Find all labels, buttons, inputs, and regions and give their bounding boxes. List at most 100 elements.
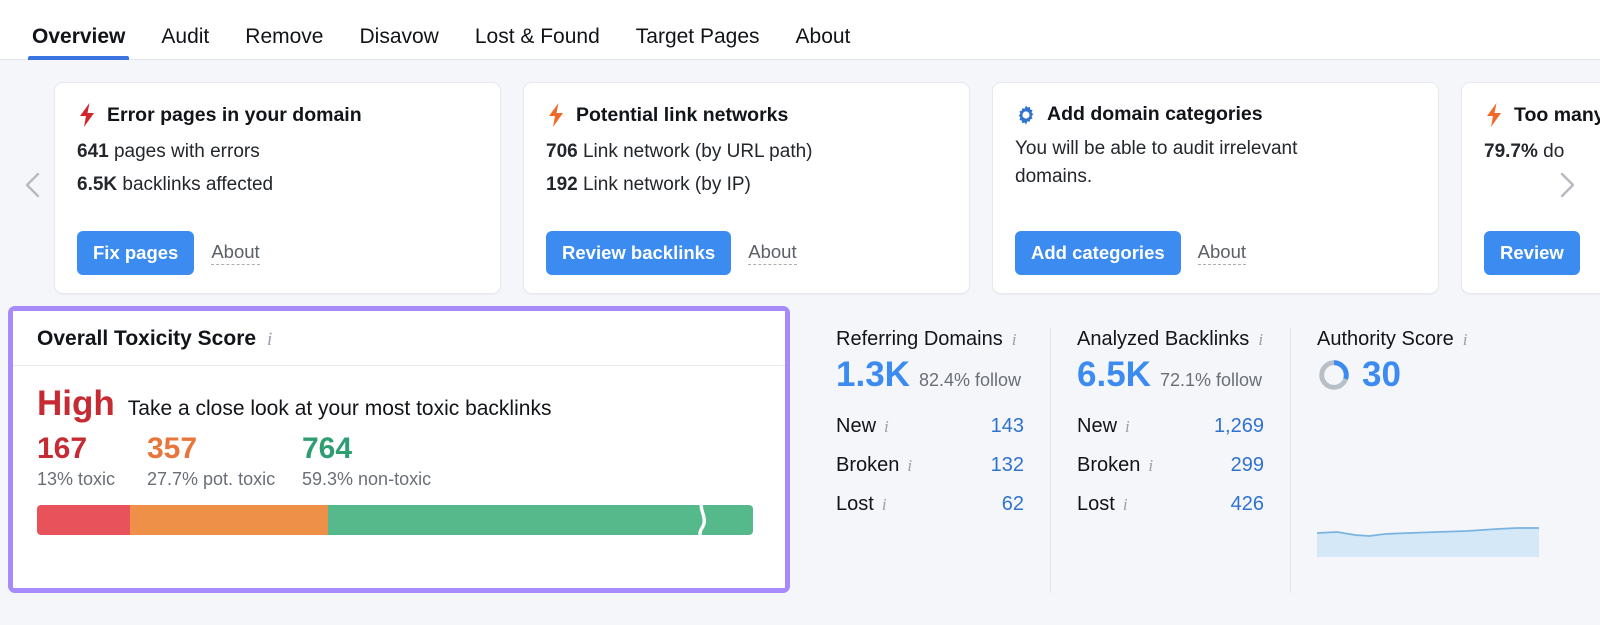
info-icon[interactable]: i (1463, 331, 1468, 348)
tab-audit[interactable]: Audit (143, 26, 227, 59)
overview-summary-section: Overall Toxicity Score i High Take a clo… (0, 300, 1600, 618)
card-actions: Fix pages About (77, 231, 478, 275)
info-icon[interactable]: i (1258, 331, 1263, 348)
info-icon[interactable]: i (1148, 457, 1153, 474)
tab-label: Remove (245, 25, 323, 48)
card-stat-value: 79.7% (1484, 141, 1538, 162)
card-actions: Review (1484, 231, 1600, 275)
lightning-bolt-icon (77, 103, 97, 127)
gear-icon (1015, 104, 1037, 126)
toxicity-level: High (37, 386, 115, 421)
cards-track: Error pages in your domain 641 pages wit… (0, 82, 1600, 294)
card-stat-value: 706 (546, 141, 578, 162)
card-add-domain-categories[interactable]: Add domain categories You will be able t… (992, 82, 1439, 294)
tab-label: About (796, 25, 851, 48)
segment-label: 13% toxic (37, 469, 147, 490)
toxicity-card-header: Overall Toxicity Score i (13, 311, 785, 366)
stat-row-value[interactable]: 1,269 (1187, 415, 1264, 438)
segment-label: 27.7% pot. toxic (147, 469, 302, 490)
main-tab-bar: Overview Audit Remove Disavow Lost & Fou… (0, 0, 1600, 60)
tab-overview[interactable]: Overview (14, 26, 143, 59)
about-link[interactable]: About (1198, 241, 1246, 265)
card-header: Potential link networks (546, 103, 947, 127)
authority-score-value: 30 (1362, 356, 1401, 395)
toxicity-breakdown: 167 13% toxic 357 27.7% pot. toxic 764 5… (37, 433, 761, 490)
card-stat-line: 192 Link network (by IP) (546, 169, 947, 202)
card-actions: Add categories About (1015, 231, 1416, 275)
fix-pages-button[interactable]: Fix pages (77, 231, 194, 275)
toxicity-verdict: High Take a close look at your most toxi… (37, 386, 761, 421)
stat-row-value[interactable]: 143 (946, 415, 1024, 438)
segment-count: 357 (147, 433, 302, 465)
card-stat-line: 706 Link network (by URL path) (546, 136, 947, 169)
add-categories-button[interactable]: Add categories (1015, 231, 1181, 275)
sparkline-area-chart (1317, 523, 1539, 557)
chevron-left-icon[interactable] (16, 168, 50, 202)
review-button[interactable]: Review (1484, 231, 1580, 275)
bar-segment-potentially-toxic[interactable] (130, 505, 328, 535)
tab-lost-and-found[interactable]: Lost & Found (457, 26, 618, 59)
tab-remove[interactable]: Remove (227, 26, 341, 59)
bar-segment-toxic[interactable] (37, 505, 130, 535)
info-icon[interactable]: i (1125, 418, 1130, 435)
row-label-text: Lost (1077, 493, 1115, 516)
row-label-text: New (1077, 415, 1117, 438)
info-icon[interactable]: i (1012, 331, 1017, 348)
card-title: Error pages in your domain (107, 104, 362, 127)
stat-title-label: Referring Domains (836, 328, 1003, 351)
toxicity-distribution-bar (37, 505, 753, 535)
info-icon[interactable]: i (882, 496, 887, 513)
toxicity-hint: Take a close look at your most toxic bac… (128, 397, 552, 421)
card-stat-text: pages with errors (114, 141, 260, 162)
segment-label: 59.3% non-toxic (302, 469, 457, 490)
stat-row-value[interactable]: 426 (1187, 493, 1264, 516)
stat-headline: 6.5K 72.1% follow (1077, 356, 1264, 395)
row-label-text: New (836, 415, 876, 438)
insight-cards-carousel: Error pages in your domain 641 pages wit… (0, 60, 1600, 300)
tab-label: Overview (32, 25, 125, 48)
info-icon[interactable]: i (884, 418, 889, 435)
stat-title: Analyzed Backlinks i (1077, 328, 1264, 351)
tab-about[interactable]: About (778, 26, 869, 59)
stat-title: Authority Score i (1317, 328, 1504, 351)
info-icon[interactable]: i (1123, 496, 1128, 513)
stat-value[interactable]: 6.5K (1077, 356, 1151, 395)
card-stat-text: do (1543, 141, 1564, 162)
stat-row-value[interactable]: 132 (946, 454, 1024, 477)
toxicity-segment-potentially-toxic: 357 27.7% pot. toxic (147, 433, 302, 490)
about-link[interactable]: About (211, 241, 259, 265)
segment-count: 167 (37, 433, 147, 465)
card-potential-link-networks[interactable]: Potential link networks 706 Link network… (523, 82, 970, 294)
card-error-pages[interactable]: Error pages in your domain 641 pages wit… (54, 82, 501, 294)
card-stat-line: 79.7% do (1484, 136, 1600, 169)
card-stat-line: 641 pages with errors (77, 136, 478, 169)
review-backlinks-button[interactable]: Review backlinks (546, 231, 731, 275)
info-icon[interactable]: i (267, 330, 272, 349)
stat-row-lost: Losti 426 (1077, 485, 1264, 524)
chevron-right-icon[interactable] (1550, 168, 1584, 202)
card-stat-text: Link network (by IP) (583, 174, 751, 195)
card-header: Error pages in your domain (77, 103, 478, 127)
tab-disavow[interactable]: Disavow (341, 26, 456, 59)
stat-value[interactable]: 1.3K (836, 356, 910, 395)
tab-target-pages[interactable]: Target Pages (618, 26, 778, 59)
bar-segment-non-toxic[interactable] (328, 505, 753, 535)
info-icon[interactable]: i (907, 457, 912, 474)
card-actions: Review backlinks About (546, 231, 947, 275)
donut-progress-icon (1317, 358, 1351, 392)
stat-row-value[interactable]: 62 (946, 493, 1024, 516)
stat-headline: 1.3K 82.4% follow (836, 356, 1024, 395)
card-stat-value: 6.5K (77, 174, 117, 195)
stat-title-label: Authority Score (1317, 328, 1454, 351)
overall-toxicity-score-panel: Overall Toxicity Score i High Take a clo… (8, 306, 790, 593)
row-label-text: Broken (1077, 454, 1140, 477)
card-header: Add domain categories (1015, 103, 1416, 126)
stat-analyzed-backlinks: Analyzed Backlinks i 6.5K 72.1% follow N… (1050, 328, 1290, 593)
stat-row-value[interactable]: 299 (1187, 454, 1264, 477)
stat-follow-rate: 72.1% follow (1160, 370, 1262, 391)
stat-row-lost: Losti 62 (836, 485, 1024, 524)
about-link[interactable]: About (748, 241, 796, 265)
card-stat-line: 6.5K backlinks affected (77, 169, 478, 202)
stat-row-new: Newi 1,269 (1077, 407, 1264, 446)
stat-row-broken: Brokeni 299 (1077, 446, 1264, 485)
